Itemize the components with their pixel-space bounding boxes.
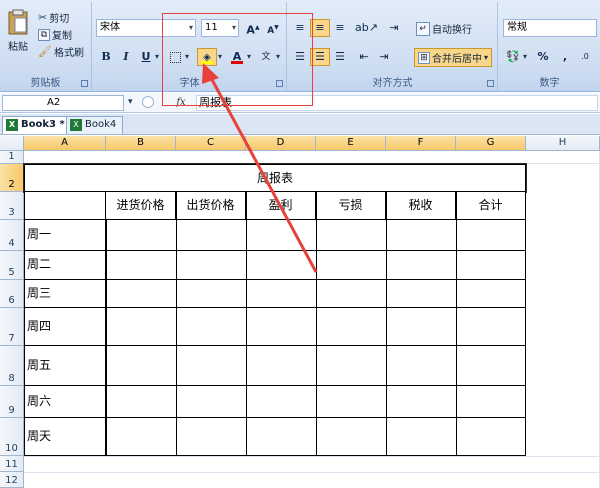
annotation-arrow — [202, 63, 318, 273]
